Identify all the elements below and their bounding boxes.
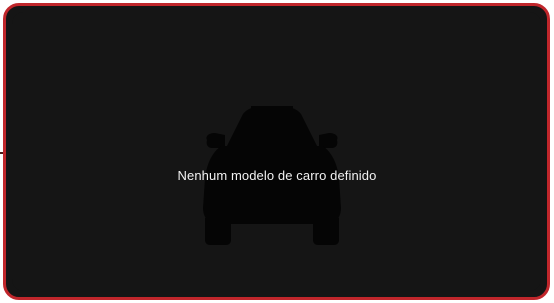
car-viewer-frame: Nenhum modelo de carro definido (0, 0, 554, 303)
empty-state-message: Nenhum modelo de carro definido (177, 168, 377, 183)
